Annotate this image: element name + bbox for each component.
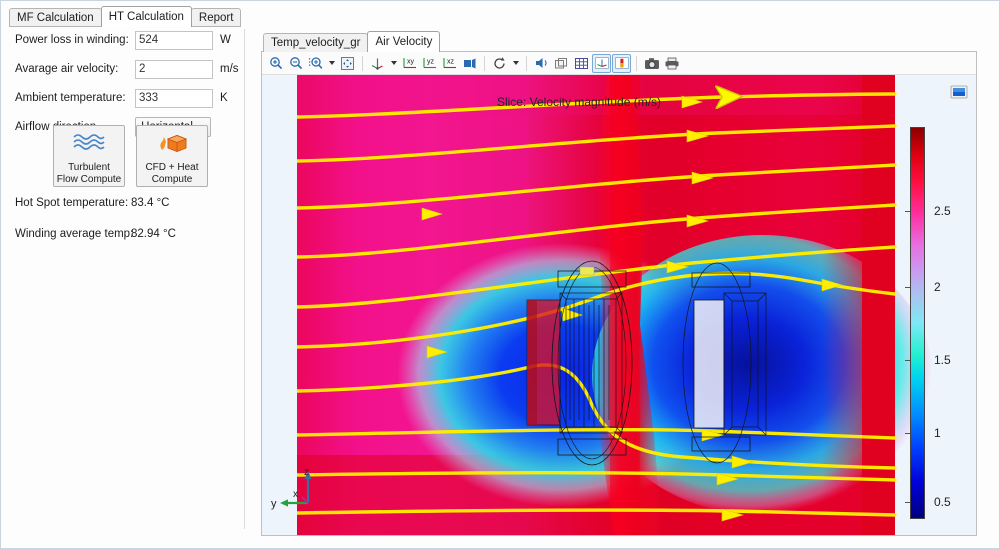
tab-air-velocity[interactable]: Air Velocity bbox=[367, 31, 441, 52]
colorbar-tick-2-5 bbox=[905, 211, 910, 212]
colorbar-tick-1-5 bbox=[905, 360, 910, 361]
orientation-dropdown-caret-icon[interactable] bbox=[388, 54, 399, 73]
plot-container: xy yz xz Slice: Velocity magnitude (m/s)… bbox=[261, 51, 977, 536]
caret-glyph-2 bbox=[390, 61, 397, 65]
color-legend: 2.5 2 1.5 1 0.5 bbox=[904, 127, 970, 519]
ambient-temperature-label: Ambient temperature: bbox=[15, 92, 126, 104]
view-xz-plane-icon[interactable]: xz bbox=[440, 54, 459, 73]
colorbar-tick-1 bbox=[905, 433, 910, 434]
zoom-box-icon[interactable] bbox=[306, 54, 325, 73]
zoom-extents-icon[interactable] bbox=[338, 54, 357, 73]
ambient-temperature-unit: K bbox=[220, 92, 228, 104]
image-thumbnail-icon[interactable] bbox=[950, 85, 968, 99]
colorbar-label-2-5: 2.5 bbox=[934, 204, 951, 218]
graphics-viewport[interactable]: Slice: Velocity magnitude (m/s) z y x 2.… bbox=[262, 75, 976, 535]
svg-text:xz: xz bbox=[447, 59, 455, 66]
transparency-icon[interactable] bbox=[552, 54, 571, 73]
colorbar-label-1: 1 bbox=[934, 426, 941, 440]
reset-rotation-icon[interactable] bbox=[490, 54, 509, 73]
svg-text:xy: xy bbox=[407, 59, 415, 66]
main-tab-strip: MF Calculation HT Calculation Report bbox=[9, 6, 242, 27]
separator-2 bbox=[484, 55, 485, 71]
view-yz-plane-icon[interactable]: yz bbox=[420, 54, 439, 73]
cfd-heat-compute-button[interactable]: CFD + Heat Compute bbox=[136, 125, 208, 187]
field-row-ambient-temperature: Ambient temperature: K bbox=[1, 87, 249, 109]
grid-icon[interactable] bbox=[572, 54, 591, 73]
colorbar-label-1-5: 1.5 bbox=[934, 353, 951, 367]
plot-tab-strip: Temp_velocity_gr Air Velocity bbox=[263, 31, 441, 52]
zoom-in-icon[interactable] bbox=[266, 54, 285, 73]
separator-3 bbox=[526, 55, 527, 71]
power-loss-label: Power loss in winding: bbox=[15, 34, 129, 46]
turbulent-flow-compute-button[interactable]: Turbulent Flow Compute bbox=[53, 125, 125, 187]
tab-ht-calculation[interactable]: HT Calculation bbox=[100, 6, 192, 27]
compute-button-group: Turbulent Flow Compute CFD + Heat Comput… bbox=[1, 125, 249, 187]
waves-icon bbox=[72, 132, 106, 157]
cube-flame-icon bbox=[155, 132, 189, 157]
svg-text:yz: yz bbox=[427, 59, 435, 66]
tab-report[interactable]: Report bbox=[190, 8, 242, 27]
cfd-heat-compute-label: CFD + Heat Compute bbox=[145, 162, 199, 185]
zoom-dropdown-caret-icon[interactable] bbox=[326, 54, 337, 73]
colorbar-tick-0-5 bbox=[905, 502, 910, 503]
air-velocity-unit: m/s bbox=[220, 63, 239, 75]
view-xy-plane-icon[interactable]: xy bbox=[400, 54, 419, 73]
axis-orientation-triad: z y x bbox=[270, 467, 322, 515]
hot-spot-temperature-value: 83.4 °C bbox=[131, 197, 170, 209]
snapshot-icon[interactable] bbox=[642, 54, 661, 73]
air-velocity-input[interactable] bbox=[135, 59, 213, 79]
results-section: Hot Spot temperature: 83.4 °C Winding av… bbox=[1, 197, 249, 259]
power-loss-unit: W bbox=[220, 34, 231, 46]
ambient-temperature-input[interactable] bbox=[135, 88, 213, 108]
colorbar-label-0-5: 0.5 bbox=[934, 495, 951, 509]
separator-4 bbox=[636, 55, 637, 71]
winding-average-temp-value: 82.94 °C bbox=[131, 228, 176, 240]
winding-average-temp-label: Winding average temp: bbox=[15, 228, 134, 240]
turbulent-flow-compute-label: Turbulent Flow Compute bbox=[56, 162, 122, 185]
print-icon[interactable] bbox=[662, 54, 681, 73]
svg-text:y: y bbox=[271, 498, 277, 510]
field-row-power-loss: Power loss in winding: W bbox=[1, 29, 249, 51]
application-window: MF Calculation HT Calculation Report Pow… bbox=[0, 0, 1000, 549]
zoom-out-icon[interactable] bbox=[286, 54, 305, 73]
camera-view-icon[interactable] bbox=[460, 54, 479, 73]
caret-glyph-3 bbox=[512, 61, 519, 65]
right-plot-panel: Temp_velocity_gr Air Velocity xy yz xz S… bbox=[249, 1, 999, 548]
colorbar-tick-2 bbox=[905, 287, 910, 288]
axis-toggle-icon[interactable] bbox=[592, 53, 611, 73]
power-loss-input[interactable] bbox=[135, 30, 213, 50]
plot-toolbar: xy yz xz bbox=[262, 52, 976, 75]
hot-spot-temperature-label: Hot Spot temperature: bbox=[15, 197, 129, 209]
tab-temp-velocity-gr[interactable]: Temp_velocity_gr bbox=[263, 33, 369, 52]
colorbar-label-2: 2 bbox=[934, 280, 941, 294]
result-row-hot-spot: Hot Spot temperature: 83.4 °C bbox=[1, 197, 249, 213]
reset-dropdown-caret-icon[interactable] bbox=[510, 54, 521, 73]
orientation-axis-icon[interactable] bbox=[368, 54, 387, 73]
separator-1 bbox=[362, 55, 363, 71]
scene-light-icon[interactable] bbox=[532, 54, 551, 73]
result-row-winding-average: Winding average temp: 82.94 °C bbox=[1, 228, 249, 244]
svg-text:x: x bbox=[293, 489, 298, 500]
tab-mf-calculation[interactable]: MF Calculation bbox=[9, 8, 102, 27]
colorbar-gradient-strip bbox=[910, 127, 925, 519]
panel-splitter[interactable] bbox=[244, 29, 248, 529]
svg-text:z: z bbox=[304, 467, 309, 478]
caret-glyph-1 bbox=[328, 61, 335, 65]
air-velocity-label: Avarage air velocity: bbox=[15, 63, 119, 75]
color-legend-icon[interactable] bbox=[612, 53, 631, 73]
left-parameter-panel: MF Calculation HT Calculation Report Pow… bbox=[1, 1, 249, 548]
field-row-air-velocity: Avarage air velocity: m/s bbox=[1, 58, 249, 80]
velocity-magnitude-slice-plot bbox=[262, 75, 976, 535]
